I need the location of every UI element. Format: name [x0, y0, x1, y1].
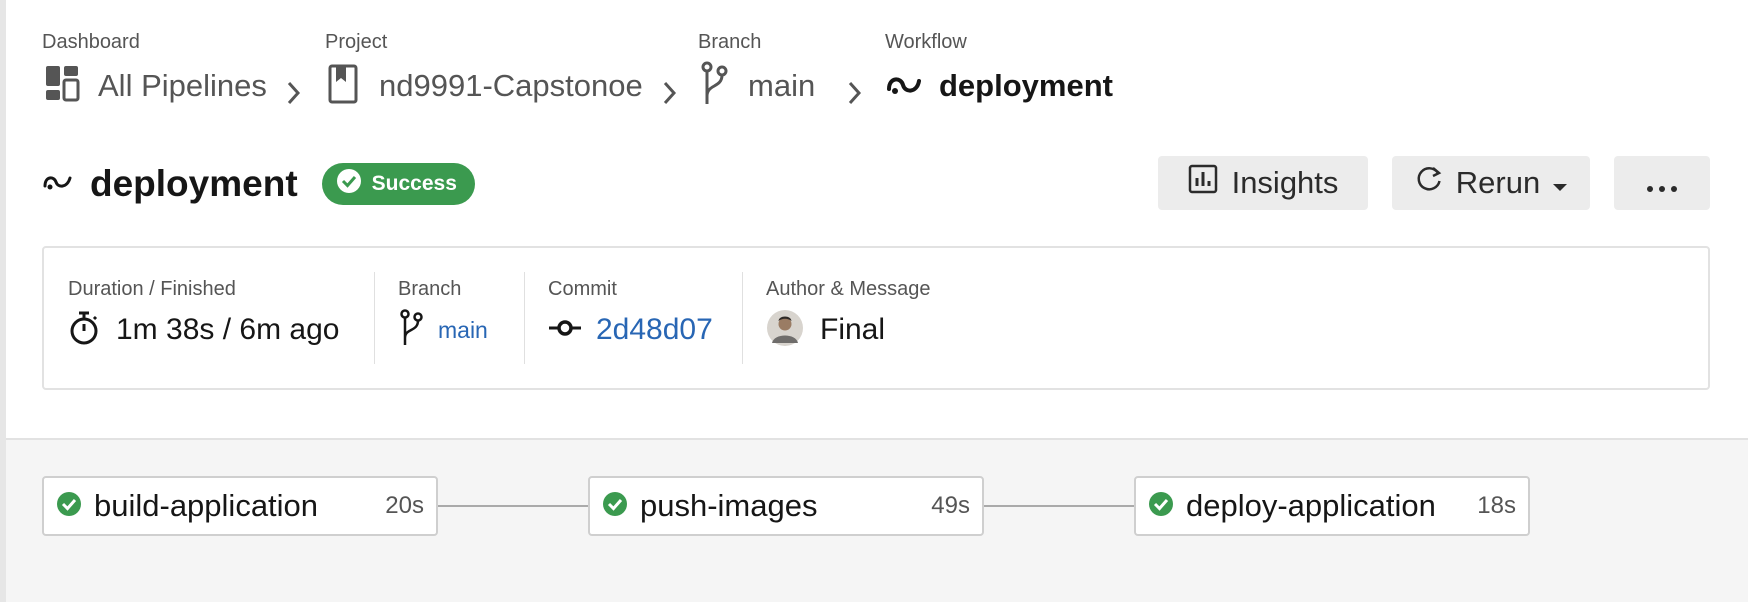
workflow-icon: [42, 168, 74, 201]
workflow-current: deployment: [939, 68, 1113, 103]
insights-button[interactable]: Insights: [1158, 156, 1368, 210]
job-name: deploy-application: [1186, 488, 1436, 523]
job-connector: [984, 505, 1134, 507]
rerun-button[interactable]: Rerun: [1392, 156, 1590, 210]
bar-chart-icon: [1188, 164, 1218, 202]
rerun-label: Rerun: [1455, 165, 1541, 200]
check-circle-icon: [590, 491, 628, 522]
status-label: Success: [371, 172, 457, 195]
duration-label: Duration / Finished: [68, 278, 236, 300]
job-name: push-images: [640, 488, 818, 523]
dashboard-icon: [42, 64, 82, 109]
divider: [374, 272, 375, 364]
refresh-icon: [1414, 164, 1444, 202]
branch-icon: [698, 60, 730, 113]
breadcrumb-dashboard-label: Dashboard: [42, 31, 140, 53]
branch-icon: [398, 308, 424, 353]
branch-link[interactable]: main: [748, 68, 815, 104]
check-circle-icon: [1136, 491, 1174, 522]
job-deploy-application[interactable]: deploy-application 18s: [1134, 476, 1530, 536]
avatar: [766, 309, 804, 352]
commit-icon: [548, 318, 582, 343]
job-duration: 18s: [1477, 492, 1516, 519]
breadcrumb-workflow[interactable]: Workflow deployment: [885, 30, 1113, 108]
chevron-right-icon: [660, 78, 680, 113]
breadcrumb-project-label: Project: [325, 31, 388, 53]
divider: [524, 272, 525, 364]
workflow-icon: [885, 69, 925, 104]
check-circle-icon: [336, 168, 372, 200]
divider: [742, 272, 743, 364]
more-options-button[interactable]: [1614, 156, 1710, 210]
chevron-right-icon: [284, 78, 304, 113]
project-link[interactable]: nd9991-Capstonoe: [379, 68, 643, 104]
insights-label: Insights: [1231, 165, 1339, 200]
stopwatch-icon: [68, 310, 100, 351]
job-build-application[interactable]: build-application 20s: [42, 476, 438, 536]
more-horizontal-icon: [1646, 165, 1678, 201]
status-badge: Success: [321, 163, 475, 205]
branch-label: Branch: [398, 278, 462, 300]
breadcrumb-dashboard[interactable]: Dashboard All Pipelines: [42, 30, 267, 108]
page-header: deployment Success: [42, 158, 475, 210]
caret-down-icon: [1552, 165, 1568, 201]
commit-label: Commit: [548, 278, 617, 300]
job-connector: [438, 505, 588, 507]
commit-link[interactable]: 2d48d07: [596, 313, 713, 347]
page-title: deployment: [90, 163, 298, 204]
breadcrumb-branch-label: Branch: [698, 31, 762, 53]
job-name: build-application: [94, 488, 319, 523]
author-label: Author & Message: [766, 278, 931, 300]
check-circle-icon: [44, 491, 82, 522]
job-push-images[interactable]: push-images 49s: [588, 476, 984, 536]
duration-value: 1m 38s / 6m ago: [116, 313, 340, 346]
job-duration: 20s: [385, 492, 424, 519]
commit-message: Final: [820, 313, 886, 346]
summary-card: Duration / Finished 1m 38s / 6m ago Bran…: [42, 246, 1710, 390]
chevron-right-icon: [845, 78, 865, 113]
breadcrumb-workflow-label: Workflow: [885, 31, 967, 53]
all-pipelines-link[interactable]: All Pipelines: [98, 68, 267, 104]
job-duration: 49s: [931, 492, 970, 519]
bookmark-icon: [325, 64, 361, 109]
branch-link[interactable]: main: [438, 317, 488, 344]
breadcrumb-branch[interactable]: Branch main: [698, 30, 815, 108]
breadcrumb-project[interactable]: Project nd9991-Capstonoe: [325, 30, 643, 108]
